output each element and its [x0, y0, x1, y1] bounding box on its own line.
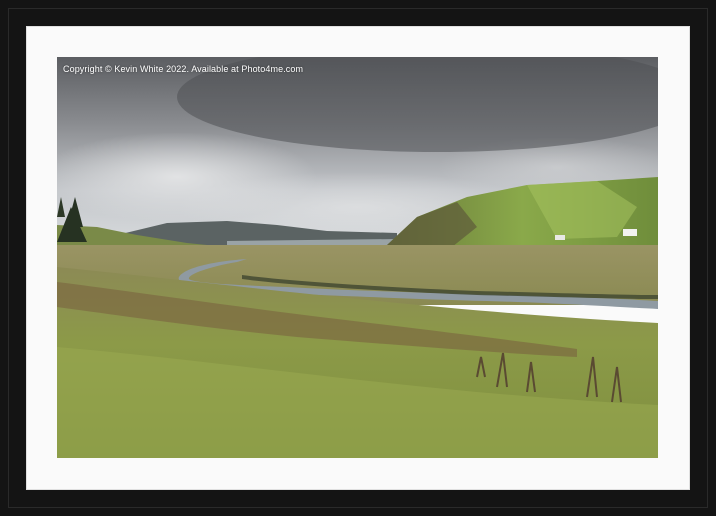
picture-frame: Copyright © Kevin White 2022. Available …	[0, 0, 716, 516]
landscape-image	[57, 57, 658, 458]
white-cottage	[555, 235, 565, 240]
white-cottage	[623, 229, 637, 236]
copyright-watermark: Copyright © Kevin White 2022. Available …	[63, 64, 304, 74]
landscape-photo: Copyright © Kevin White 2022. Available …	[57, 57, 658, 458]
